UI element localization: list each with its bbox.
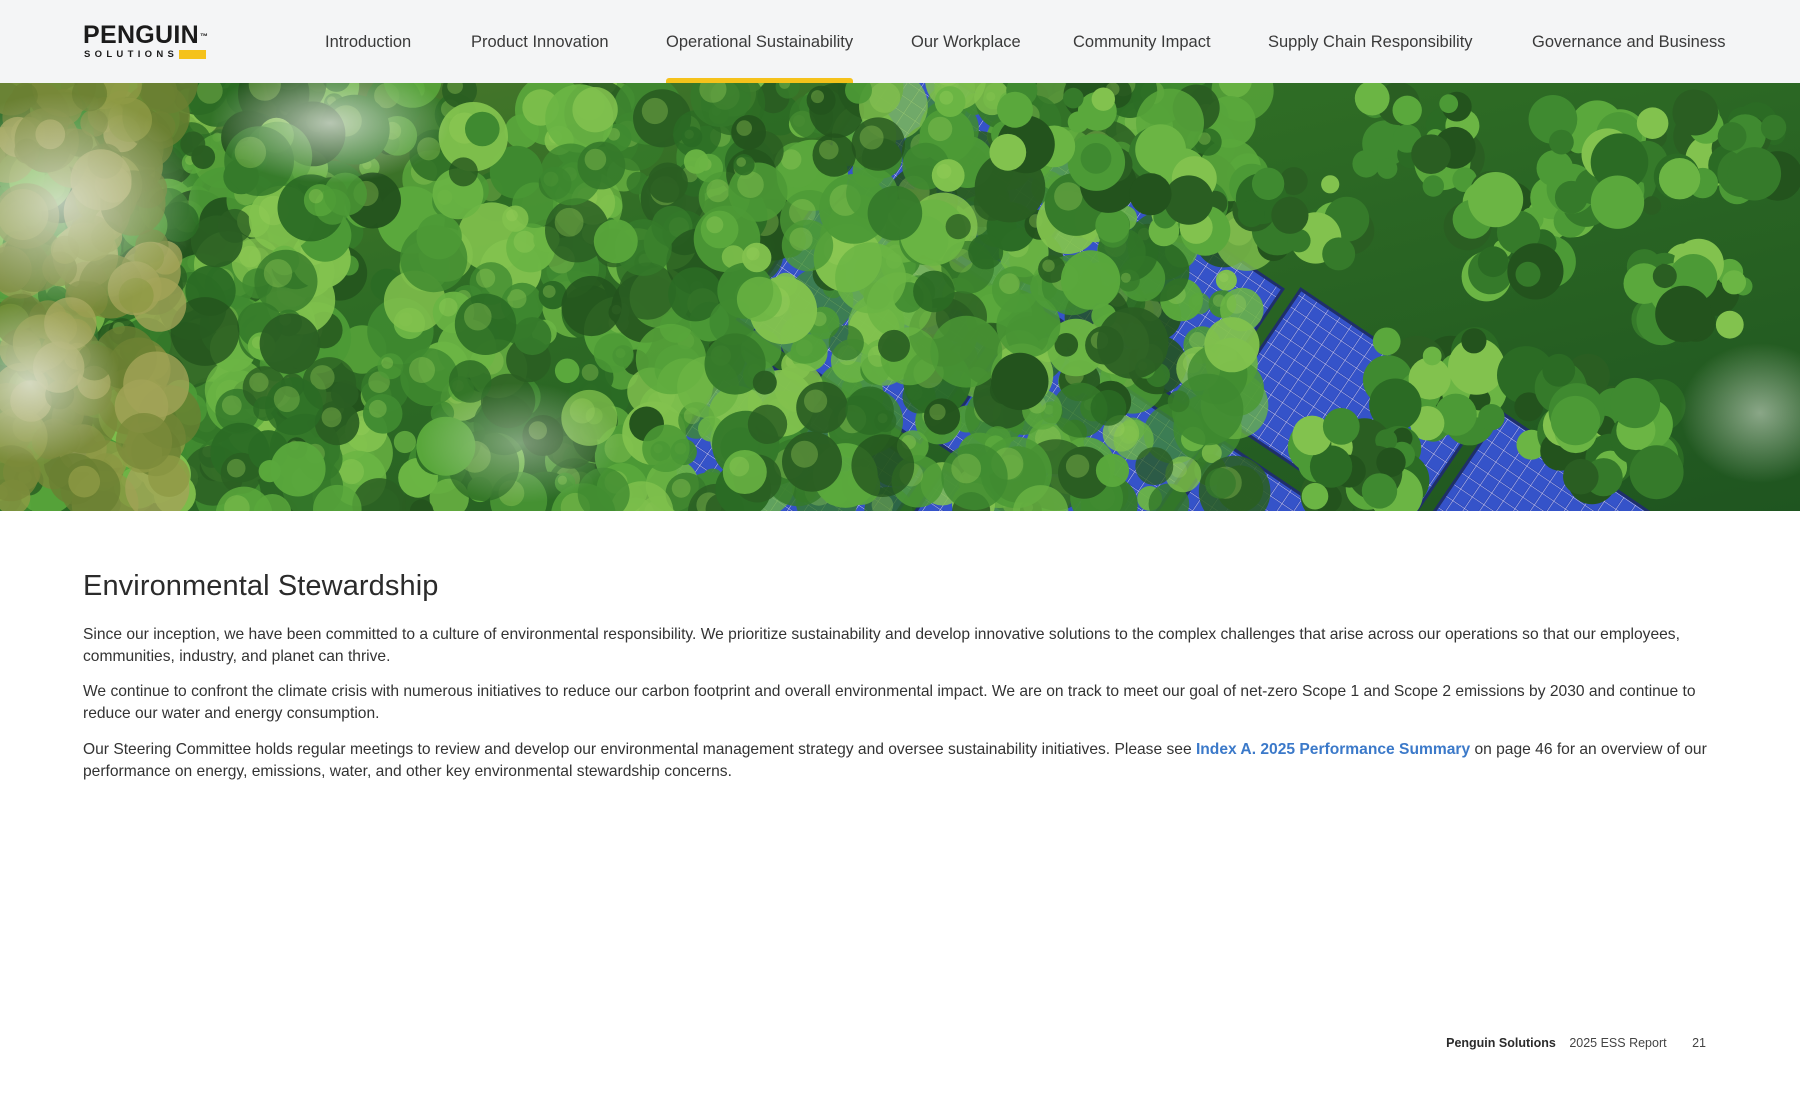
steering-committee-paragraph: Our Steering Committee holds regular mee… bbox=[83, 739, 1723, 783]
paragraph-text-start: Our Steering Committee holds regular mee… bbox=[83, 741, 1196, 758]
nav-item-introduction[interactable]: Introduction bbox=[325, 0, 411, 83]
nav-item-supply-chain-responsibility[interactable]: Supply Chain Responsibility bbox=[1268, 0, 1473, 83]
nav-item-our-workplace[interactable]: Our Workplace bbox=[911, 0, 1021, 83]
page-footer: Penguin Solutions 2025 ESS Report 21 bbox=[1446, 1036, 1706, 1050]
performance-summary-link[interactable]: Index A. 2025 Performance Summary bbox=[1196, 741, 1470, 758]
footer-brand: Penguin Solutions bbox=[1446, 1036, 1556, 1050]
intro-paragraph: Since our inception, we have been commit… bbox=[83, 626, 1680, 665]
nav-item-operational-sustainability[interactable]: Operational Sustainability bbox=[666, 0, 854, 83]
hero-image bbox=[0, 83, 1800, 511]
page-title: Environmental Stewardship bbox=[83, 570, 439, 602]
climate-paragraph: We continue to confront the climate cris… bbox=[83, 683, 1696, 722]
nav-item-product-innovation[interactable]: Product Innovation bbox=[471, 0, 609, 83]
section-nav: Introduction Product Innovation Operatio… bbox=[0, 0, 1800, 83]
top-nav-bar: PENGUIN™ SOLUTIONS Introduction Product … bbox=[0, 0, 1800, 83]
nav-item-governance-and-business[interactable]: Governance and Business bbox=[1532, 0, 1726, 83]
page-number: 21 bbox=[1692, 1036, 1706, 1050]
nav-item-community-impact[interactable]: Community Impact bbox=[1073, 0, 1211, 83]
footer-report-name: 2025 ESS Report bbox=[1569, 1036, 1667, 1050]
